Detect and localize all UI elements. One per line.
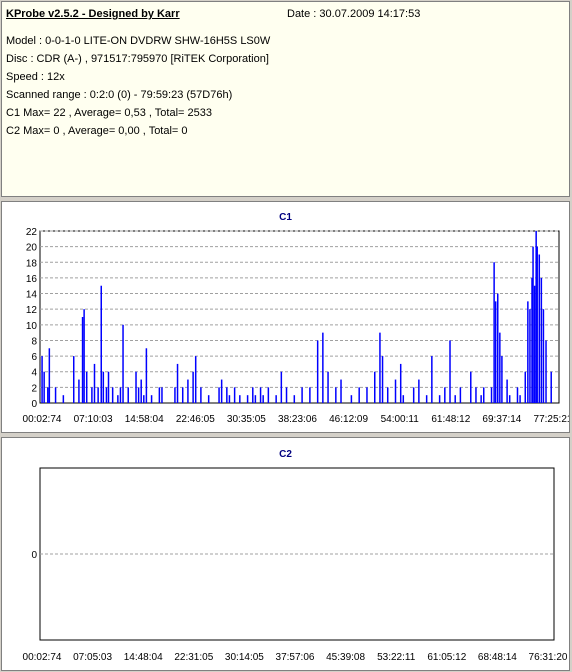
x-tick-label: 68:48:14 [478,652,517,663]
y-tick-label: 10 [26,321,38,332]
y-tick-label: 22 [26,227,38,238]
y-tick-label: 16 [26,274,38,285]
x-tick-label: 22:31:05 [174,652,213,663]
x-tick-label: 22:46:05 [176,414,215,425]
model-line: Model : 0-0-1-0 LITE-ON DVDRW SHW-16H5S … [6,35,271,47]
x-tick-label: 14:58:04 [125,414,164,425]
y-tick-label: 0 [31,399,37,410]
c1-chart-panel: C1 0 2 4 6 8 10 12 14 16 18 20 22 00:02:74 07:10:03 14… [1,201,570,433]
x-tick-label: 30:14:05 [225,652,264,663]
y-tick-label: 20 [26,243,38,254]
x-tick-label: 37:57:06 [276,652,315,663]
x-tick-label: 61:05:12 [427,652,466,663]
x-tick-label: 69:37:14 [482,414,521,425]
plot-area [39,230,560,404]
app-title: KProbe v2.5.2 - Designed by Karr [6,8,180,20]
y-tick-label: 2 [31,383,37,394]
disc-line: Disc : CDR (A-) , 971517:795970 [RiTEK C… [6,53,269,65]
x-tick-label: 07:05:03 [73,652,112,663]
x-tick-label: 61:48:12 [431,414,470,425]
info-panel: KProbe v2.5.2 - Designed by Karr Date : … [1,1,570,197]
c1-summary: C1 Max= 22 , Average= 0,53 , Total= 2533 [6,107,212,119]
x-tick-label: 07:10:03 [74,414,113,425]
range-line: Scanned range : 0:2:0 (0) - 79:59:23 (57… [6,89,233,101]
x-tick-label: 77:25:21 [534,414,569,425]
c2-chart: 0 00:02:74 07:05:03 14:48:04 22:31:05 30:14:0… [23,467,568,663]
y-tick-label: 4 [31,368,37,379]
x-tick-label: 54:00:11 [381,414,420,425]
y-tick-label: 8 [31,336,37,347]
x-tick-label: 30:35:05 [227,414,266,425]
y-tick-label: 0 [31,550,37,561]
y-tick-label: 18 [26,258,38,269]
x-tick-label: 00:02:74 [23,652,62,663]
x-tick-label: 46:12:09 [329,414,368,425]
x-tick-label: 14:48:04 [124,652,163,663]
y-tick-label: 12 [26,305,38,316]
x-tick-label: 76:31:20 [529,652,568,663]
x-tick-label: 00:02:74 [23,414,62,425]
c2-summary: C2 Max= 0 , Average= 0,00 , Total= 0 [6,125,188,137]
x-tick-label: 53:22:11 [377,652,416,663]
c1-chart: 0 2 4 6 8 10 12 14 16 18 20 22 00:02:74 07:10:03 14:58… [23,227,569,425]
c2-chart-panel: C2 0 00:02:74 07:05:03 14:48:04 22:31:05 30:1… [1,437,570,671]
x-tick-label: 38:23:06 [278,414,317,425]
y-tick-label: 14 [26,290,38,301]
scan-date: Date : 30.07.2009 14:17:53 [287,8,421,20]
speed-line: Speed : 12x [6,71,65,83]
x-tick-label: 45:39:08 [326,652,365,663]
y-tick-label: 6 [31,352,37,363]
